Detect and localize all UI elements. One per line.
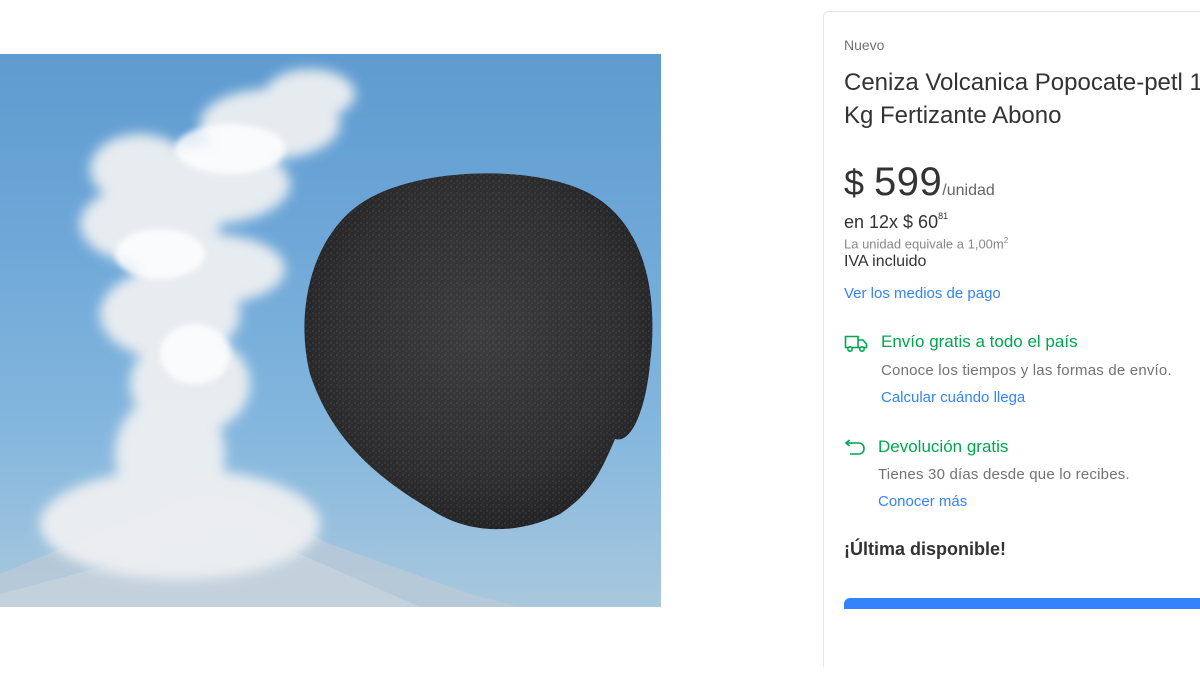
truck-icon <box>844 333 868 358</box>
volcano-ash-photo <box>0 69 653 607</box>
buy-box: Nuevo Ceniza Volcanica Popocate-petl 1 K… <box>823 11 1200 679</box>
installments: en 12x $ 6081 <box>844 211 949 233</box>
calculate-delivery-link[interactable]: Calcular cuándo llega <box>881 389 1025 406</box>
free-shipping-title: Envío gratis a todo el país <box>881 332 1078 351</box>
stock-status: ¡Última disponible! <box>844 539 1006 559</box>
product-title: Ceniza Volcanica Popocate-petl 1 Kg Fert… <box>844 69 1200 129</box>
price-unit: /unidad <box>942 182 995 199</box>
return-arrow-icon <box>844 439 866 462</box>
price: $599/unidad <box>844 160 995 205</box>
cropped-area <box>824 609 1200 679</box>
shipping-description: Conoce los tiempos y las formas de envío… <box>881 362 1172 379</box>
returns-description: Tienes 30 días desde que lo recibes. <box>878 466 1130 483</box>
installments-text: en 12x $ 60 <box>844 212 939 232</box>
price-currency: $ <box>844 162 865 203</box>
unit-equivalence-sup: 2 <box>1003 236 1009 245</box>
payment-methods-link[interactable]: Ver los medios de pago <box>844 285 1001 302</box>
unit-equivalence-text: La unidad equivale a 1,00m <box>844 236 1004 252</box>
product-image[interactable] <box>0 54 661 607</box>
product-condition: Nuevo <box>844 37 885 53</box>
tax-note: IVA incluido <box>844 253 927 270</box>
unit-equivalence: La unidad equivale a 1,00m2 <box>844 236 1008 251</box>
price-amount: 599 <box>874 160 943 204</box>
learn-more-link[interactable]: Conocer más <box>878 493 967 510</box>
free-returns-title: Devolución gratis <box>878 437 1009 456</box>
installments-cents: 81 <box>938 211 949 221</box>
